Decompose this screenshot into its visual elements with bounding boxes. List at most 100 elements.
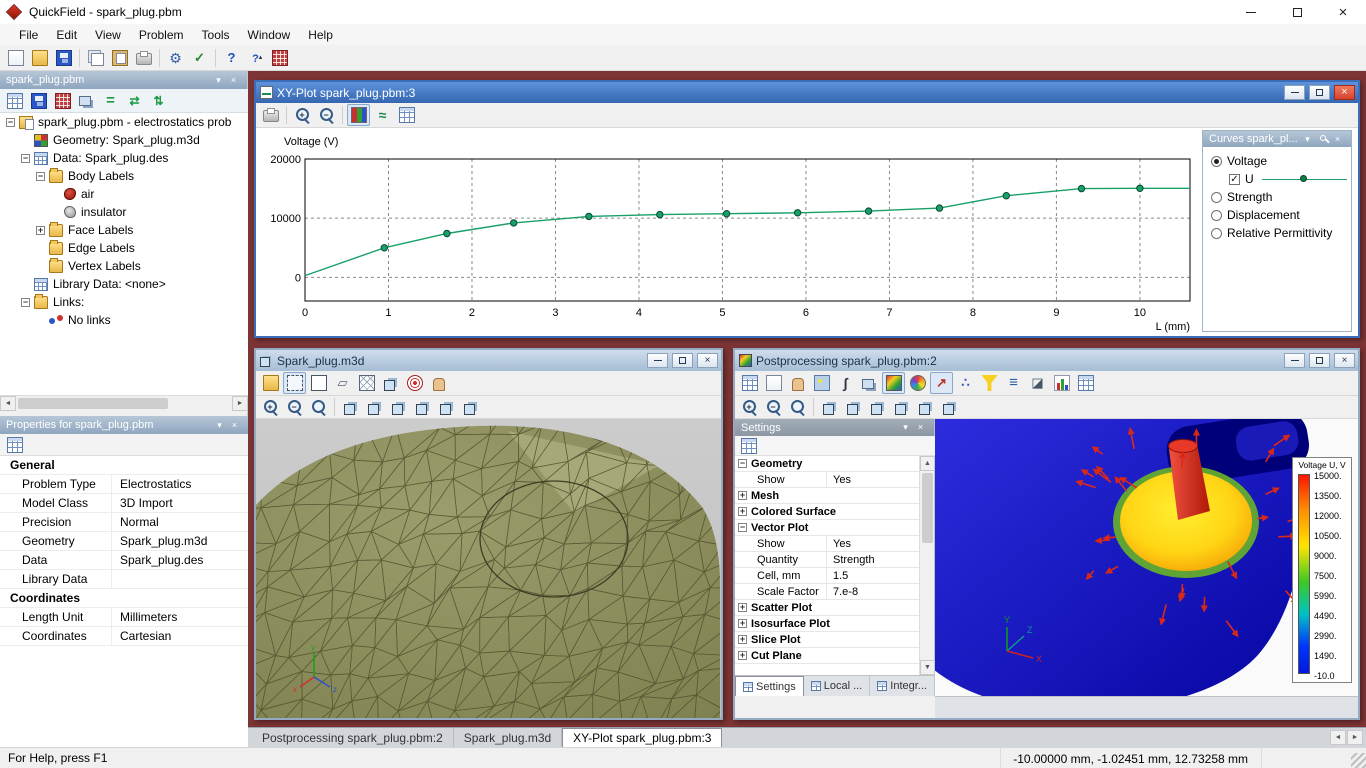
table-button[interactable] <box>738 372 761 394</box>
cube-iso-button[interactable] <box>818 396 841 418</box>
settings-group-cut-plane[interactable]: +Cut Plane <box>735 648 920 664</box>
build-button[interactable] <box>51 90 74 112</box>
cube-top-button[interactable] <box>459 396 482 418</box>
model-3d-viewport[interactable]: yxz <box>256 419 721 718</box>
model-maximize-button[interactable] <box>672 353 693 368</box>
tabs-scroll-left-icon[interactable]: ◄ <box>1330 730 1346 745</box>
cube-front-button[interactable] <box>363 396 386 418</box>
curve-option-relative-permittivity[interactable]: Relative Permittivity <box>1203 224 1351 242</box>
settings-row-show[interactable]: ShowYes <box>735 472 920 488</box>
property-row-library-data[interactable]: Library Data <box>0 570 248 589</box>
expand-icon[interactable]: + <box>738 491 747 500</box>
post-3d-viewport[interactable]: Y Z X Voltage U, V 15000.13500.12000.105… <box>935 419 1358 696</box>
settings-group-geometry[interactable]: −Geometry <box>735 456 920 472</box>
settings-vscrollbar[interactable]: ▲ ▼ <box>919 456 934 675</box>
menu-item-edit[interactable]: Edit <box>47 24 86 45</box>
mesh-color-button[interactable] <box>882 372 905 394</box>
settings-row-scale-factor[interactable]: Scale Factor7.e-8 <box>735 584 920 600</box>
settings-group-colored-surface[interactable]: +Colored Surface <box>735 504 920 520</box>
property-row-geometry[interactable]: GeometrySpark_plug.m3d <box>0 532 248 551</box>
radio-icon[interactable] <box>1211 228 1222 239</box>
radio-icon[interactable] <box>1211 192 1222 203</box>
menu-item-file[interactable]: File <box>10 24 47 45</box>
project-tree-hscrollbar[interactable]: ◄ ► <box>0 395 248 410</box>
print-button[interactable] <box>259 104 282 126</box>
tree-item-geometry-spark-plug-m3d[interactable]: Geometry: Spark_plug.m3d <box>0 131 248 149</box>
curves-panel-pin-button[interactable] <box>1315 133 1330 146</box>
model-titlebar[interactable]: Spark_plug.m3d × <box>256 350 721 371</box>
menu-item-help[interactable]: Help <box>299 24 342 45</box>
collapse-icon[interactable]: − <box>21 298 30 307</box>
target-button[interactable] <box>403 372 426 394</box>
cube-back-button[interactable] <box>387 396 410 418</box>
settings-row-show[interactable]: ShowYes <box>735 536 920 552</box>
chart-button[interactable] <box>1050 372 1073 394</box>
collapse-icon[interactable]: − <box>738 523 747 532</box>
zoom-in-button[interactable]: + <box>738 396 761 418</box>
xy-chart[interactable]: Voltage (V)01000020000012345678910L (mm) <box>258 128 1200 334</box>
hand-button[interactable] <box>427 372 450 394</box>
scroll-thumb[interactable] <box>18 398 168 409</box>
post-titlebar[interactable]: Postprocessing spark_plug.pbm:2 × <box>735 350 1358 371</box>
app-minimize-button[interactable] <box>1228 0 1274 24</box>
radio-icon[interactable] <box>1211 210 1222 221</box>
settings-row-quantity[interactable]: QuantityStrength <box>735 552 920 568</box>
property-row-length-unit[interactable]: Length UnitMillimeters <box>0 608 248 627</box>
settings-panel-menu-button[interactable]: ▾ <box>898 421 913 434</box>
help-button[interactable] <box>220 47 243 69</box>
categorized-view-button[interactable] <box>3 434 26 456</box>
app-close-button[interactable]: × <box>1320 0 1366 24</box>
document-tab-postprocessing-spark-plug-pbm-2[interactable]: Postprocessing spark_plug.pbm:2 <box>252 728 454 747</box>
scatter-button[interactable] <box>954 372 977 394</box>
table-button[interactable] <box>3 90 26 112</box>
funnel-button[interactable] <box>978 372 1001 394</box>
property-group-coordinates[interactable]: Coordinates <box>0 589 248 608</box>
property-row-problem-type[interactable]: Problem TypeElectrostatics <box>0 475 248 494</box>
windows-button[interactable] <box>858 372 881 394</box>
tree-item-vertex-labels[interactable]: Vertex Labels <box>0 257 248 275</box>
page-button[interactable] <box>762 372 785 394</box>
expand-icon[interactable]: + <box>738 619 747 628</box>
cube-iso-button[interactable] <box>339 396 362 418</box>
curve-option-strength[interactable]: Strength <box>1203 188 1351 206</box>
palette-button[interactable] <box>906 372 929 394</box>
property-row-coordinates[interactable]: CoordinatesCartesian <box>0 627 248 646</box>
cube-left-button[interactable] <box>411 396 434 418</box>
solve-button[interactable] <box>268 47 291 69</box>
xyplot-close-button[interactable]: × <box>1334 85 1355 100</box>
tree-item-links[interactable]: −Links: <box>0 293 248 311</box>
tree-item-insulator[interactable]: insulator <box>0 203 248 221</box>
cube-back-button[interactable] <box>866 396 889 418</box>
legend-button[interactable] <box>347 104 370 126</box>
settings-group-slice-plot[interactable]: +Slice Plot <box>735 632 920 648</box>
tree-item-no-links[interactable]: No links <box>0 311 248 329</box>
zoom-ext-button[interactable] <box>786 396 809 418</box>
tree-item-library-data-none[interactable]: Library Data: <none> <box>0 275 248 293</box>
series-row-u[interactable]: ✓U <box>1203 170 1351 188</box>
scroll-down-icon[interactable]: ▼ <box>920 660 935 675</box>
hand-button[interactable] <box>786 372 809 394</box>
tree-item-spark-plug-pbm-electrostatics-prob[interactable]: −spark_plug.pbm - electrostatics prob <box>0 113 248 131</box>
curves-panel-close-button[interactable]: × <box>1330 133 1345 146</box>
print-button[interactable] <box>132 47 155 69</box>
tabs-scroll-right-icon[interactable]: ► <box>1347 730 1363 745</box>
expand-icon[interactable]: + <box>738 603 747 612</box>
document-tab-spark-plug-m3d[interactable]: Spark_plug.m3d <box>454 728 562 747</box>
save-button[interactable] <box>27 90 50 112</box>
menu-item-problem[interactable]: Problem <box>130 24 193 45</box>
collapse-icon[interactable]: − <box>36 172 45 181</box>
cube-left-button[interactable] <box>890 396 913 418</box>
model-close-button[interactable]: × <box>697 353 718 368</box>
gear-button[interactable] <box>164 47 187 69</box>
curves-button[interactable] <box>371 104 394 126</box>
curves-panel-menu-button[interactable]: ▾ <box>1300 133 1315 146</box>
resize-grip-icon[interactable] <box>1351 753 1366 768</box>
document-tab-xy-plot-spark-plug-pbm-3[interactable]: XY-Plot spark_plug.pbm:3 <box>562 728 722 747</box>
post-minimize-button[interactable] <box>1284 353 1305 368</box>
curve-option-displacement[interactable]: Displacement <box>1203 206 1351 224</box>
equals-button[interactable] <box>99 90 122 112</box>
settings-tab-local[interactable]: Local ... <box>804 676 871 696</box>
transfer-button[interactable] <box>147 90 170 112</box>
collapse-icon[interactable]: − <box>21 154 30 163</box>
scroll-up-icon[interactable]: ▲ <box>920 456 935 471</box>
